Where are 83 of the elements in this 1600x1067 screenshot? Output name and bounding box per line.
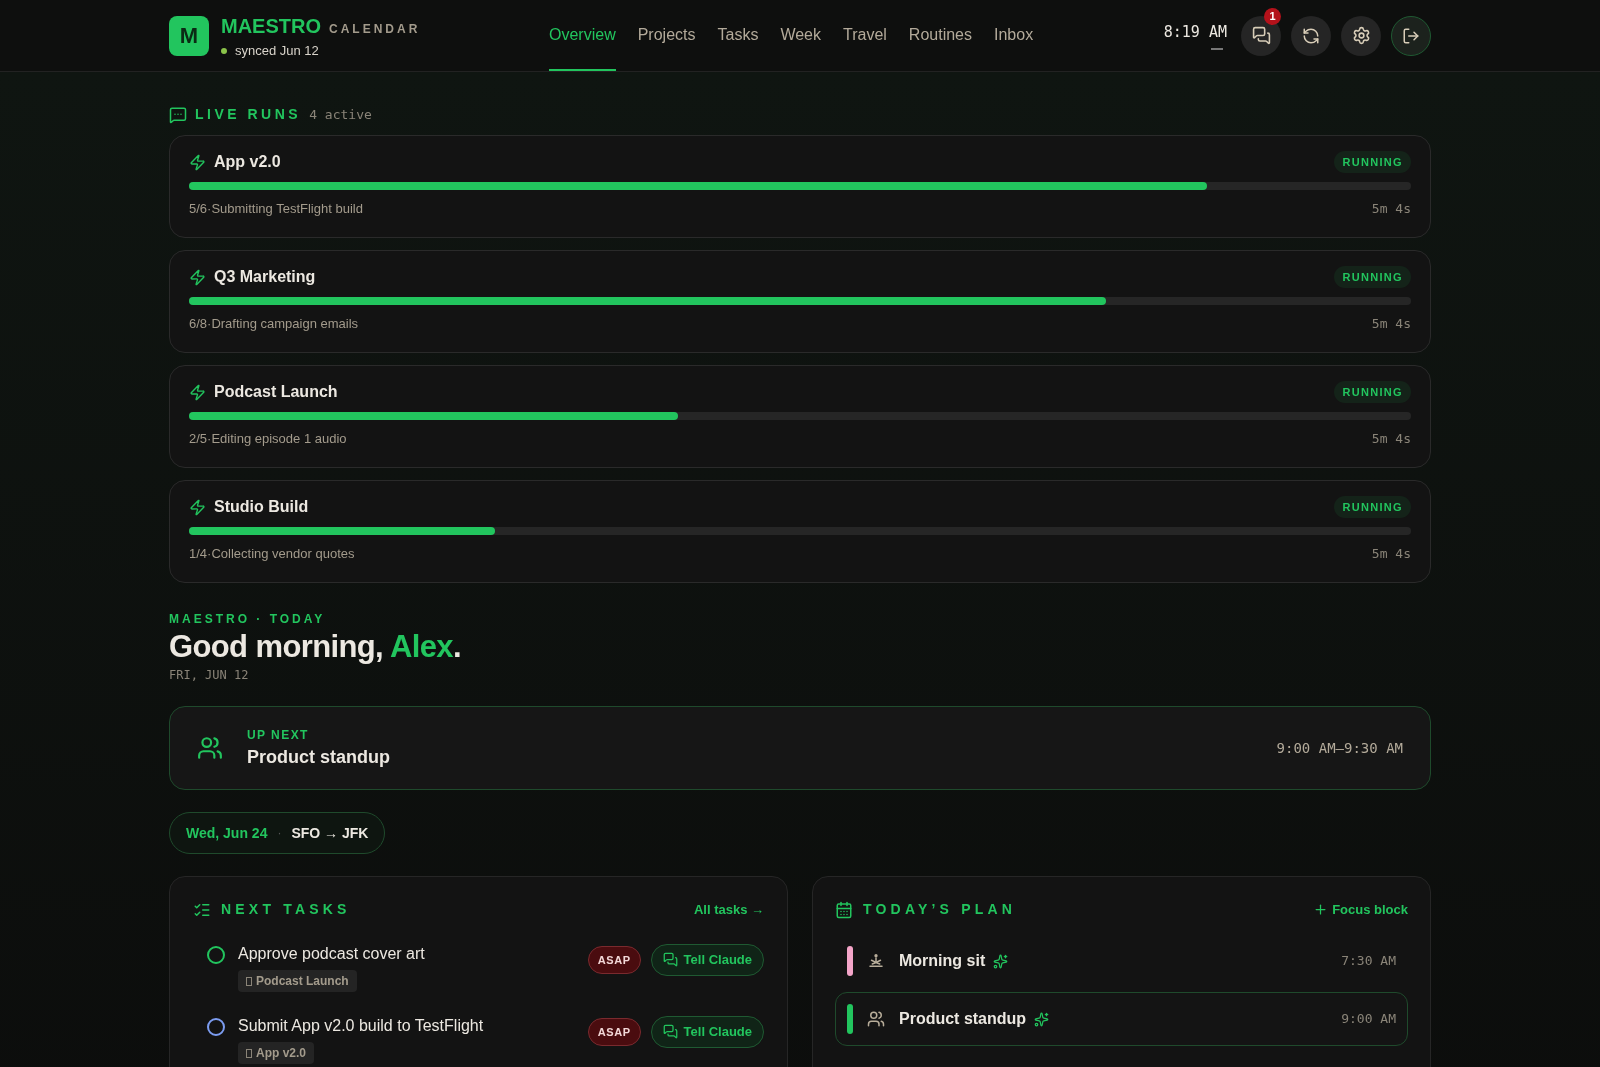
task-title: Approve podcast cover art [238,944,425,964]
plan-time: 7:30 AM [1341,952,1396,971]
focus-block-button[interactable]: Focus block [1313,899,1408,920]
trip-pill[interactable]: Wed, Jun 24 · SFO → JFK [169,812,386,854]
run-step: 2/5·Editing episode 1 audio [189,429,347,449]
messages-icon [1251,26,1271,45]
nav-tab[interactable]: Travel [843,0,887,71]
live-runs-icon [169,105,187,124]
plan-time: 9:00 AM [1341,1010,1396,1029]
trip-route: SFO → JFK [291,823,369,843]
panel-title: NEXT TASKS [221,900,351,919]
greeting-heading: Good morning, Alex. [169,628,461,666]
all-tasks-link[interactable]: All tasks → [693,899,764,920]
eyebrow-label: MAESTRO · TODAY [169,611,326,628]
chat-icon [662,952,678,968]
tell-claude-button[interactable]: Tell Claude [650,1016,764,1048]
brand-subtitle: CALENDAR [329,20,421,38]
panel-title: TODAY’S PLAN [863,900,1017,919]
plan-item[interactable]: Product standup 9:00 AM [835,992,1408,1046]
elapsed-time: 5m 4s [1371,315,1411,333]
clock: 8:19 AM [1163,22,1227,44]
group-icon [867,1010,885,1028]
status-badge: RUNNING [1334,495,1411,519]
meditation-icon [867,952,885,970]
sync-status: synced Jun 12 [235,41,319,60]
chat-icon [662,1024,678,1040]
sparkle-icon [1034,1011,1050,1027]
plan-item[interactable]: Morning sit 7:30 AM [835,934,1408,988]
tell-claude-button[interactable]: Tell Claude [650,944,764,976]
run-name: Studio Build [214,497,309,517]
up-next-title: Product standup [247,745,390,769]
priority-badge: ASAP [587,945,641,974]
up-next-label: UP NEXT [247,726,310,744]
priority-badge: ASAP [587,1017,641,1046]
bolt-icon [189,498,206,516]
refresh-icon [1302,26,1320,45]
bolt-icon [189,383,206,401]
separator-dot: · [277,825,282,842]
elapsed-time: 5m 4s [1371,545,1411,563]
logout-button[interactable] [1391,15,1431,56]
tag-icon [246,1048,252,1058]
sparkle-icon [993,953,1009,969]
project-tag: App v2.0 [238,1042,314,1064]
group-icon [197,735,223,761]
section-title: LIVE RUNS [195,105,302,124]
app-logo: M [169,15,209,56]
settings-button[interactable] [1341,15,1381,56]
run-step: 5/6·Submitting TestFlight build [189,199,363,219]
active-count: 4 active [309,105,372,124]
plan-title: Morning sit [899,951,986,971]
task-checkbox[interactable] [207,1018,225,1036]
nav-tab[interactable]: Week [780,0,821,71]
elapsed-time: 5m 4s [1371,430,1411,448]
nav-tab[interactable]: Projects [637,0,696,71]
nav-tab[interactable]: Inbox [994,0,1034,71]
today-date: FRI, JUN 12 [169,667,249,684]
up-next-time: 9:00 AM–9:30 AM [1276,738,1403,758]
notification-badge: 1 [1264,7,1281,25]
status-badge: RUNNING [1334,150,1411,174]
bolt-icon [189,153,206,171]
run-name: Podcast Launch [214,382,338,402]
nav-tab[interactable]: Routines [908,0,972,71]
logout-icon [1402,26,1420,45]
run-step: 1/4·Collecting vendor quotes [189,544,355,564]
run-name: App v2.0 [214,152,281,172]
sync-button[interactable] [1291,15,1331,56]
status-badge: RUNNING [1334,265,1411,289]
trip-date: Wed, Jun 24 [186,823,268,843]
status-badge: RUNNING [1334,380,1411,404]
settings-icon [1351,26,1371,45]
run-name: Q3 Marketing [214,267,316,287]
brand-name: MAESTRO [221,13,321,39]
calendar-icon [835,900,853,919]
bolt-icon [189,268,206,286]
run-step: 6/8·Drafting campaign emails [189,314,359,334]
plan-title: Product standup [899,1009,1027,1029]
task-checkbox[interactable] [207,946,225,964]
task-title: Submit App v2.0 build to TestFlight [238,1016,484,1036]
project-tag: Podcast Launch [238,970,357,992]
nav-tab[interactable]: Tasks [717,0,759,71]
plus-icon [1313,902,1329,917]
elapsed-time: 5m 4s [1371,200,1411,218]
tag-icon [246,976,252,986]
